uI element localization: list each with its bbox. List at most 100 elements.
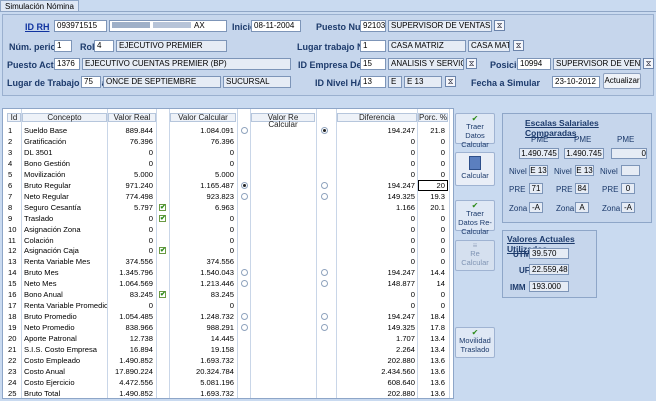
cell-id: 18 bbox=[8, 312, 17, 322]
zona-value-3: -A bbox=[621, 202, 635, 213]
puesto-actual-id-field[interactable]: 1376 bbox=[54, 58, 80, 70]
actualizar-button[interactable]: Actualizar bbox=[603, 73, 641, 89]
fecha-simular-field[interactable]: 23-10-2012 bbox=[552, 76, 600, 88]
table-row[interactable]: 18 Bruto Promedio 1.054.485 1.248.732 194.24… bbox=[3, 312, 453, 322]
table-row[interactable]: 21 S.I.S. Costo Empresa 16.894 19.158 2.264 1… bbox=[3, 345, 453, 355]
table-row[interactable]: 25 Bruto Total 1.490.852 1.693.732 202.880 13… bbox=[3, 389, 453, 398]
table-row[interactable]: 12 Asignación Caja 0 0 0 0 ✔ bbox=[3, 246, 453, 256]
row-radio[interactable] bbox=[321, 313, 328, 321]
puesto-nuevo-id-field[interactable]: 92103 bbox=[360, 20, 386, 32]
table-row[interactable]: 15 Neto Mes 1.064.569 1.213.446 148.877 14 bbox=[3, 279, 453, 289]
cell-porc: 13.4 bbox=[430, 345, 445, 354]
nivel-field: E 13 bbox=[404, 76, 442, 88]
row-radio[interactable] bbox=[241, 181, 248, 189]
cell-valor-calcular: 19.158 bbox=[210, 345, 234, 354]
movilidad-traslado-button[interactable]: ✔ Movilidad Traslado bbox=[455, 327, 495, 358]
fecha-simular-label: Fecha a Simular bbox=[471, 78, 541, 88]
lugar-nuevo-id-field[interactable]: 1 bbox=[360, 40, 386, 52]
row-checkbox[interactable]: ✔ bbox=[159, 203, 166, 211]
row-radio[interactable] bbox=[241, 313, 248, 321]
table-row[interactable]: 19 Neto Promedio 838.966 988.291 149.325 17.8 bbox=[3, 323, 453, 333]
table-row[interactable]: 7 Neto Regular 774.498 923.823 149.325 19.3 bbox=[3, 192, 453, 202]
table-row[interactable]: 11 Colación 0 0 0 0 bbox=[3, 236, 453, 246]
table-row[interactable]: 20 Aporte Patronal 12.738 14.445 1.707 13.4 bbox=[3, 334, 453, 344]
cell-valor-calcular: 83.245 bbox=[210, 290, 234, 300]
table-row[interactable]: 1 Sueldo Base 889.844 1.084.091 194.247 21.8 bbox=[3, 126, 453, 136]
row-radio[interactable] bbox=[241, 269, 248, 277]
cell-diferencia: 0 bbox=[410, 136, 415, 146]
rol-field[interactable]: 4 bbox=[94, 40, 114, 52]
row-radio[interactable] bbox=[321, 181, 328, 189]
col-header-valor-real: Valor Real bbox=[108, 113, 156, 122]
table-row[interactable]: 23 Costo Anual 17.890.224 20.324.784 2.434.5… bbox=[3, 367, 453, 377]
cell-diferencia: 148.877 bbox=[387, 279, 415, 289]
cell-porc: 13.6 bbox=[430, 377, 445, 387]
calcular-button[interactable]: Calcular bbox=[455, 152, 495, 186]
cell-concepto: Traslado bbox=[24, 213, 54, 223]
col-header-valor-recalcular: Valor Re Calcular bbox=[251, 113, 315, 129]
col-header-id: Id bbox=[7, 113, 21, 122]
cell-diferencia: 194.247 bbox=[387, 312, 415, 322]
table-row[interactable]: 17 Renta Variable Promedio 0 0 0 0 bbox=[3, 301, 453, 311]
cell-valor-real: 0 bbox=[148, 147, 153, 157]
employee-name-field[interactable]: AX bbox=[109, 20, 227, 32]
row-radio[interactable] bbox=[321, 324, 328, 332]
recalcular-label: Re Calcular bbox=[461, 249, 489, 267]
lugar-actual-id-field[interactable]: 75 bbox=[81, 76, 101, 88]
row-radio[interactable] bbox=[321, 280, 328, 288]
rol-desc-field: EJECUTIVO PREMIER bbox=[116, 40, 227, 52]
lugar-nuevo-type-field: CASA MATRIZ bbox=[468, 40, 510, 52]
selected-cell[interactable] bbox=[418, 179, 448, 191]
cell-valor-real: 1.054.485 bbox=[119, 312, 153, 322]
row-checkbox[interactable]: ✔ bbox=[159, 214, 166, 222]
posicion-id-field[interactable]: 10994 bbox=[517, 58, 551, 70]
filter-icon[interactable]: ⧖ bbox=[513, 40, 524, 51]
table-row[interactable]: 2 Gratificación 76.396 76.396 0 0 bbox=[3, 137, 453, 147]
table-row[interactable]: 5 Movilización 5.000 5.000 0 0 bbox=[3, 170, 453, 180]
table-row[interactable]: 6 Bruto Regular 971.240 1.165.487 194.247 20 bbox=[3, 179, 453, 191]
table-row[interactable]: 13 Renta Variable Mes 374.556 374.556 0 0 bbox=[3, 257, 453, 267]
table-row[interactable]: 16 Bono Anual 83.245 83.245 0 0 ✔ bbox=[3, 290, 453, 300]
row-checkbox[interactable]: ✔ bbox=[159, 291, 166, 299]
filter-icon[interactable]: ⧖ bbox=[466, 58, 477, 69]
row-radio[interactable] bbox=[241, 324, 248, 332]
table-row[interactable]: 9 Traslado 0 0 0 0 ✔ bbox=[3, 214, 453, 224]
table-row[interactable]: 22 Costo Empleado 1.490.852 1.693.732 202.88… bbox=[3, 356, 453, 366]
cell-valor-calcular: 6.963 bbox=[214, 202, 234, 212]
empresa-id-field[interactable]: 15 bbox=[360, 58, 386, 70]
recalcular-button[interactable]: ≡ Re Calcular bbox=[455, 240, 495, 271]
cell-concepto: DL 3501 bbox=[24, 147, 53, 157]
traer-datos-calcular-button[interactable]: ✔ Traer Datos Calcular bbox=[455, 113, 495, 149]
row-radio[interactable] bbox=[321, 127, 328, 134]
table-row[interactable]: 14 Bruto Mes 1.345.796 1.540.043 194.247 14.4 bbox=[3, 268, 453, 278]
row-radio[interactable] bbox=[321, 192, 328, 200]
row-radio[interactable] bbox=[241, 192, 248, 200]
id-rh-field[interactable]: 093971515 bbox=[54, 20, 107, 32]
nivel-hay-id-field[interactable]: 13 bbox=[360, 76, 386, 88]
table-row[interactable]: 4 Bono Gestión 0 0 0 0 bbox=[3, 159, 453, 169]
num-periodo-field[interactable]: 1 bbox=[54, 40, 72, 52]
cell-diferencia: 0 bbox=[410, 169, 415, 179]
row-radio[interactable] bbox=[241, 280, 248, 288]
table-row[interactable]: 3 DL 3501 0 0 0 0 bbox=[3, 148, 453, 158]
col-header-valor-calcular: Valor Calcular bbox=[170, 113, 236, 122]
id-rh-label[interactable]: ID RH bbox=[25, 22, 50, 32]
table-row[interactable]: 10 Asignación Zona 0 0 0 0 bbox=[3, 225, 453, 235]
uf-value: 22.559,48 bbox=[529, 264, 569, 275]
traer-datos-recalcular-button[interactable]: ✔ Traer Datos Re-Calcular bbox=[455, 200, 495, 236]
cell-concepto: Bruto Promedio bbox=[24, 312, 77, 322]
filter-icon[interactable]: ⧖ bbox=[643, 58, 654, 69]
table-row[interactable]: 8 Seguro Cesantía 5.797 6.963 1.166 20.1 ✔ bbox=[3, 203, 453, 213]
traer-recalc-label: Traer Datos Re-Calcular bbox=[458, 209, 492, 236]
cell-id: 1 bbox=[8, 126, 13, 135]
filter-icon[interactable]: ⧖ bbox=[445, 76, 456, 87]
empresa-field: ANALISIS Y SERVICIOS S.A. bbox=[388, 58, 464, 70]
row-radio[interactable] bbox=[321, 269, 328, 277]
inicio-field[interactable]: 08-11-2004 bbox=[251, 20, 301, 32]
table-row[interactable]: 24 Costo Ejercicio 4.472.556 5.081.196 608.6… bbox=[3, 378, 453, 388]
cell-diferencia: 0 bbox=[410, 224, 415, 234]
cell-diferencia: 149.325 bbox=[387, 191, 415, 201]
row-radio[interactable] bbox=[241, 127, 248, 134]
filter-icon[interactable]: ⧖ bbox=[494, 20, 505, 31]
row-checkbox[interactable]: ✔ bbox=[159, 247, 166, 255]
